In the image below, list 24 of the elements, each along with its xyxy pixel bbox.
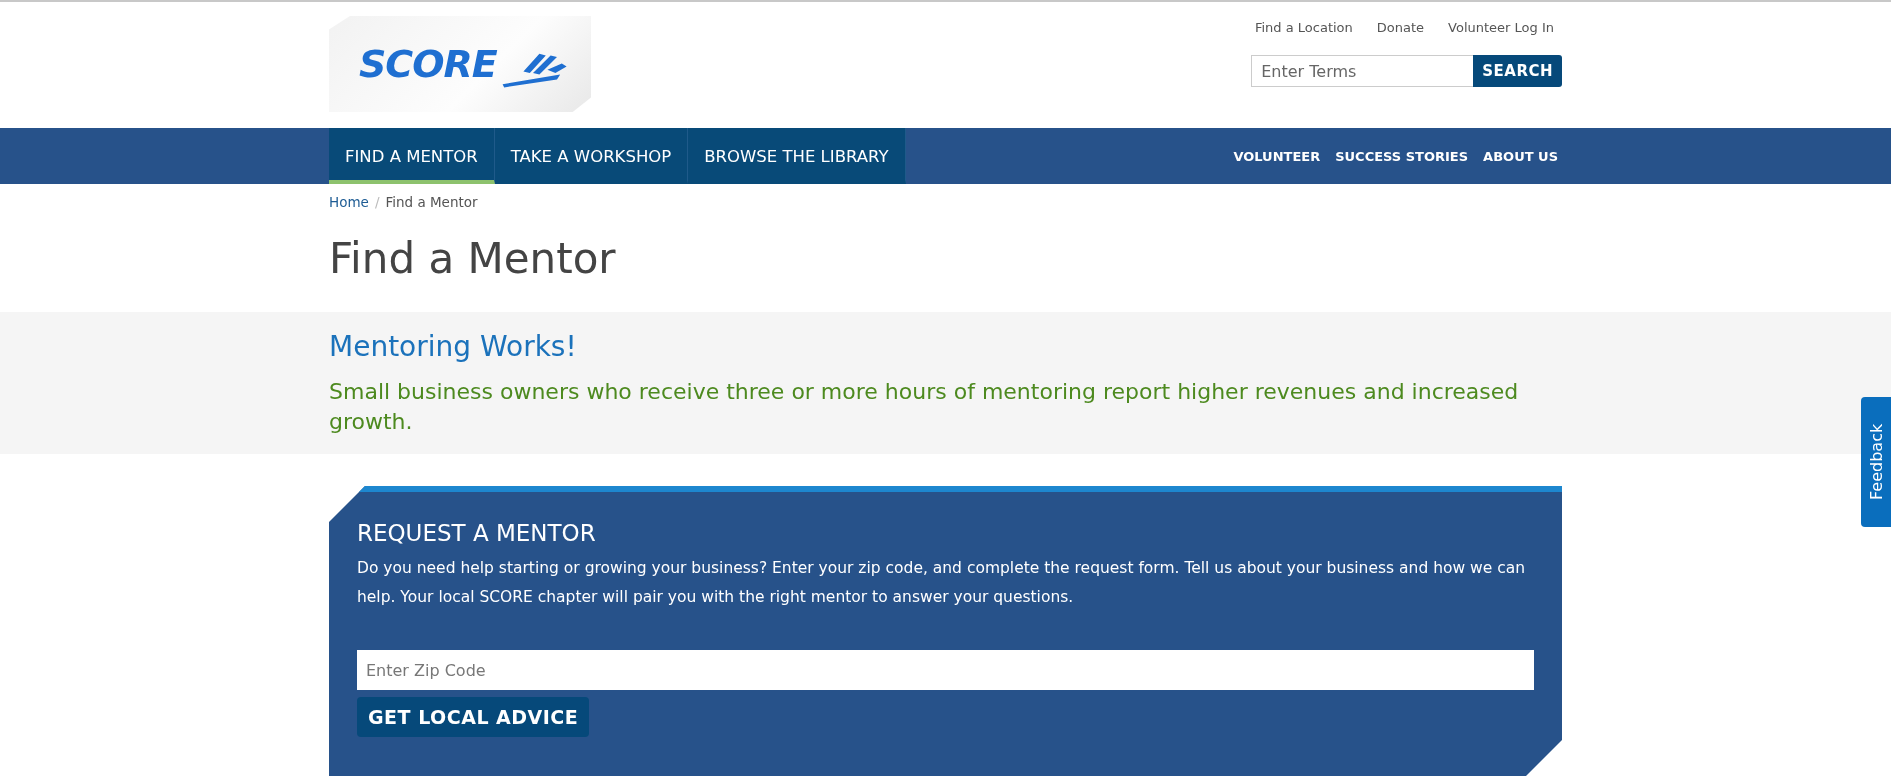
panel-text: Do you need help starting or growing your business? Enter your zip code, and complete the request form. Tell us about your business and how we can help. Your local SCORE chapter will pair you with the right mentor to answer your questions. <box>357 558 1527 608</box>
logo-text: SCORE <box>359 42 497 86</box>
panel-heading: REQUEST A MENTOR <box>357 520 597 546</box>
search-button[interactable]: SEARCH <box>1473 55 1562 87</box>
feedback-tab[interactable]: Feedback <box>1861 397 1891 527</box>
search-field[interactable]: Enter Terms <box>1251 55 1474 87</box>
utility-link[interactable]: Donate <box>1376 20 1425 35</box>
breadcrumb-current: Find a Mentor <box>385 194 478 210</box>
utility-link[interactable]: Find a Location <box>1254 20 1353 35</box>
logo[interactable]: SCORE <box>329 16 591 112</box>
zip-code-field[interactable]: Enter Zip Code <box>357 650 1534 690</box>
utility-link[interactable]: Volunteer Log In <box>1448 20 1554 35</box>
nav-link[interactable]: ABOUT US <box>1483 148 1558 164</box>
get-advice-button[interactable]: GET LOCAL ADVICE <box>357 697 590 737</box>
page-title: Find a Mentor <box>329 234 617 285</box>
nav-link[interactable]: VOLUNTEER <box>1233 148 1321 164</box>
banner-text: Small business owners who receive three or more hours of mentoring report higher revenues and increased growth. <box>329 378 1520 436</box>
nav-link[interactable]: SUCCESS STORIES <box>1335 148 1469 164</box>
nav-tab[interactable]: FIND A MENTOR <box>329 128 495 184</box>
banner-heading: Mentoring Works! <box>329 330 578 363</box>
breadcrumb-link[interactable]: Home <box>329 194 369 210</box>
nav-tab[interactable]: TAKE A WORKSHOP <box>494 128 689 184</box>
nav-tab[interactable]: BROWSE THE LIBRARY <box>688 128 906 184</box>
breadcrumb-separator: / <box>374 194 380 210</box>
